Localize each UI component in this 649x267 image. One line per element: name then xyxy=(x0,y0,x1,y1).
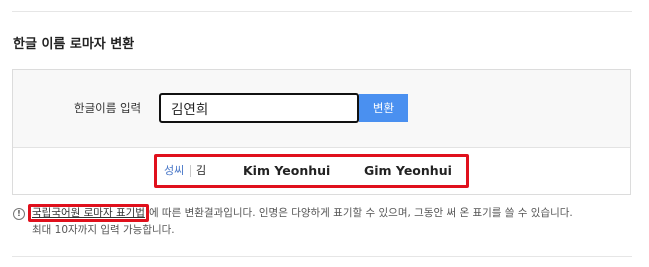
input-row: 한글이름 입력 변환 xyxy=(13,70,630,148)
convert-button[interactable]: 변환 xyxy=(359,94,408,122)
name-input[interactable] xyxy=(159,93,359,123)
notice-line-2: 최대 10자까지 입력 가능합니다. xyxy=(32,224,175,236)
name-input-label: 한글이름 입력 xyxy=(74,101,142,115)
result-box: 성씨 김 Kim Yeonhui Gim Yeonhui xyxy=(154,154,469,188)
result-divider xyxy=(190,165,191,177)
notice-line-1: 국립국어원 로마자 표기법 에 따른 변환결과입니다. 인명은 다양하게 표기할 … xyxy=(28,204,632,222)
romanization-result: Kim Yeonhui xyxy=(243,163,331,178)
exclamation-icon: ! xyxy=(13,208,25,220)
section-title: 한글 이름 로마자 변환 xyxy=(13,37,135,52)
notice-sentence: 에 따른 변환결과입니다. 인명은 다양하게 표기할 수 있으며, 그동안 써 … xyxy=(148,207,573,219)
converter-panel: 한글이름 입력 변환 성씨 김 Kim Yeonhui Gim Yeonhui xyxy=(12,69,631,195)
romanization-page: 한글 이름 로마자 변환 한글이름 입력 변환 성씨 김 Kim Yeonhui… xyxy=(0,0,649,267)
surname-label: 성씨 xyxy=(164,164,185,177)
romanization-result: Gim Yeonhui xyxy=(364,163,452,178)
bottom-divider xyxy=(12,256,632,257)
surname-value: 김 xyxy=(196,164,207,177)
notice-text: 국립국어원 로마자 표기법 에 따른 변환결과입니다. 인명은 다양하게 표기할 … xyxy=(28,204,632,239)
romanization-rules-link[interactable]: 국립국어원 로마자 표기법 xyxy=(28,204,149,222)
top-divider xyxy=(12,11,632,12)
